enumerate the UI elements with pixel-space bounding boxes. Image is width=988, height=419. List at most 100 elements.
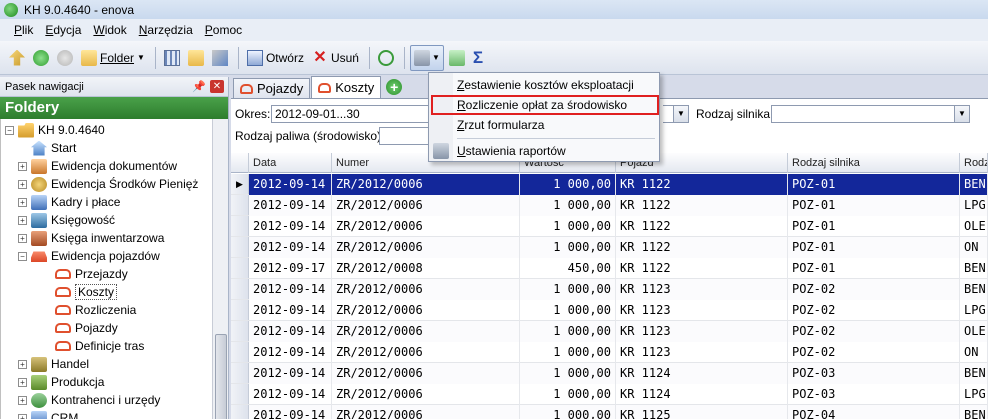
expand-toggle[interactable]: + <box>18 197 27 207</box>
row-selector[interactable] <box>231 342 249 362</box>
okres-input[interactable]: 2012-09-01...30 <box>271 105 431 123</box>
rodzaj-paliwa-input[interactable] <box>379 127 429 145</box>
coins-icon <box>31 176 47 192</box>
tree-scrollbar[interactable] <box>212 119 228 419</box>
table-row[interactable]: 2012-09-17 ZR/2012/0008 450,00 KR 1122 POZ-0… <box>231 258 988 279</box>
table-row[interactable]: 2012-09-14 ZR/2012/0006 1 000,00 KR 1124 POZ… <box>231 363 988 384</box>
menu-narzedzia[interactable]: Narzędzia <box>133 23 199 37</box>
print-menu-button[interactable]: ▼ <box>409 44 444 71</box>
tree-node-ewidencja-dokumentow[interactable]: + Ewidencja dokumentów <box>18 157 177 175</box>
tree-node-kadry[interactable]: + Kadry i płace <box>18 193 120 211</box>
expand-toggle[interactable]: + <box>18 413 27 419</box>
table-row[interactable]: 2012-09-14 ZR/2012/0006 1 000,00 KR 1123 POZ… <box>231 279 988 300</box>
expand-toggle[interactable]: + <box>18 215 27 225</box>
expand-toggle[interactable]: + <box>18 179 27 189</box>
delete-button[interactable]: ✕ Usuń <box>309 46 362 70</box>
column-header-data[interactable]: Data <box>249 153 332 173</box>
tab-koszty[interactable]: Koszty <box>311 76 382 98</box>
rodzaj-silnika-input[interactable] <box>771 105 956 123</box>
menu-item-ustawienia[interactable]: Ustawienia raportów <box>457 141 566 161</box>
collapse-toggle[interactable]: − <box>5 125 14 135</box>
table-row[interactable]: 2012-09-14 ZR/2012/0006 1 000,00 KR 1123 POZ… <box>231 321 988 342</box>
tree-node-pojazdy[interactable]: Pojazdy <box>55 319 118 337</box>
tree-node-rozliczenia[interactable]: Rozliczenia <box>55 301 136 319</box>
tree-view-button[interactable] <box>185 46 207 70</box>
tree-node-start[interactable]: Start <box>31 139 76 157</box>
menu-plik[interactable]: Plik <box>8 23 39 37</box>
back-button[interactable] <box>30 46 52 70</box>
cell-wartosc: 1 000,00 <box>520 405 616 419</box>
row-selector[interactable] <box>231 405 249 419</box>
tree-node-ksiegowosc[interactable]: + Księgowość <box>18 211 115 229</box>
grid-view-button[interactable] <box>161 46 183 70</box>
tree-node-ewidencja-srodkow[interactable]: + Ewidencja Środków Pienięż <box>18 175 198 193</box>
table-row[interactable]: 2012-09-14 ZR/2012/0006 1 000,00 KR 1123 POZ… <box>231 300 988 321</box>
menu-item-zrzut[interactable]: Zrzut formularza <box>457 115 544 135</box>
car-icon <box>318 82 332 93</box>
row-selector[interactable] <box>231 384 249 404</box>
row-selector[interactable] <box>231 300 249 320</box>
open-button[interactable]: Otwórz <box>244 46 307 70</box>
scrollbar-thumb[interactable] <box>215 334 227 419</box>
menu-item-zestawienie[interactable]: Zestawienie kosztów eksploatacji <box>457 75 634 95</box>
menu-edycja[interactable]: Edycja <box>39 23 87 37</box>
table-row[interactable]: 2012-09-14 ZR/2012/0006 1 000,00 KR 1125 POZ… <box>231 405 988 419</box>
tree-node-handel[interactable]: + Handel <box>18 355 89 373</box>
menu-widok[interactable]: Widok <box>87 23 132 37</box>
tree-node-ksiega-inwentarzowa[interactable]: + Księga inwentarzowa <box>18 229 164 247</box>
tree-node-kontrahenci[interactable]: + Kontrahenci i urzędy <box>18 391 160 409</box>
refresh-button[interactable] <box>375 46 397 70</box>
table-row[interactable]: 2012-09-14 ZR/2012/0006 1 000,00 KR 1122 POZ… <box>231 195 988 216</box>
tree-node-crm[interactable]: + CRM <box>18 409 78 419</box>
rodzaj-silnika-dropdown-button[interactable]: ▼ <box>954 105 970 123</box>
collapse-toggle[interactable]: − <box>18 251 27 261</box>
menu-item-rozliczenie[interactable]: Rozliczenie opłat za środowisko <box>457 95 627 115</box>
okres-dropdown-button[interactable]: ▼ <box>673 105 689 123</box>
tree-node-definicje-tras[interactable]: Definicje tras <box>55 337 144 355</box>
column-header-rodzaj-silnika[interactable]: Rodzaj silnika <box>788 153 960 173</box>
tree-node-label: Handel <box>51 357 90 371</box>
cell-silnik: POZ-02 <box>788 342 960 363</box>
folder-button[interactable]: Folder ▼ <box>78 46 148 70</box>
menu-pomoc[interactable]: Pomoc <box>199 23 248 37</box>
cell-silnik: POZ-03 <box>788 363 960 384</box>
sigma-icon: Σ <box>472 47 484 67</box>
table-row[interactable]: 2012-09-14 ZR/2012/0006 1 000,00 KR 1122 POZ… <box>231 216 988 237</box>
tab-pojazdy[interactable]: Pojazdy <box>233 78 311 98</box>
table-row[interactable]: ▶ 2012-09-14 ZR/2012/0006 1 000,00 KR 1122 PO… <box>231 174 988 195</box>
tree-node-ewidencja-pojazdow[interactable]: − Ewidencja pojazdów <box>18 247 160 265</box>
row-selector[interactable] <box>231 321 249 341</box>
tree-node-przejazdy[interactable]: Przejazdy <box>55 265 128 283</box>
car-icon <box>55 323 71 333</box>
column-header-rodzaj-paliwa[interactable]: Rodz <box>960 153 988 173</box>
up-button[interactable] <box>6 46 28 70</box>
row-selector[interactable] <box>231 279 249 299</box>
forward-button[interactable] <box>54 46 76 70</box>
expand-toggle[interactable]: + <box>18 161 27 171</box>
pin-icon[interactable]: 📌 <box>192 80 206 93</box>
tree-node-koszty[interactable]: Koszty <box>55 283 118 301</box>
row-selector[interactable] <box>231 258 249 278</box>
tree-node-produkcja[interactable]: + Produkcja <box>18 373 104 391</box>
tree-node-root[interactable]: − KH 9.0.4640 <box>5 121 105 139</box>
add-tab-icon[interactable]: + <box>386 79 403 95</box>
expand-toggle[interactable]: + <box>18 233 27 243</box>
cell-data: 2012-09-14 <box>249 237 332 258</box>
folder-action-button[interactable] <box>446 46 468 70</box>
row-selector[interactable]: ▶ <box>231 174 249 194</box>
cell-numer: ZR/2012/0006 <box>332 405 520 419</box>
table-row[interactable]: 2012-09-14 ZR/2012/0006 1 000,00 KR 1122 POZ… <box>231 237 988 258</box>
cell-numer: ZR/2012/0006 <box>332 384 520 405</box>
expand-toggle[interactable]: + <box>18 395 27 405</box>
table-row[interactable]: 2012-09-14 ZR/2012/0006 1 000,00 KR 1124 POZ… <box>231 384 988 405</box>
tools-button[interactable] <box>209 46 231 70</box>
table-row[interactable]: 2012-09-14 ZR/2012/0006 1 000,00 KR 1123 POZ… <box>231 342 988 363</box>
row-selector[interactable] <box>231 363 249 383</box>
row-selector[interactable] <box>231 237 249 257</box>
expand-toggle[interactable]: + <box>18 359 27 369</box>
sum-button[interactable]: Σ <box>470 46 492 70</box>
close-icon[interactable]: ✕ <box>210 80 224 93</box>
row-selector[interactable] <box>231 216 249 236</box>
row-selector[interactable] <box>231 195 249 215</box>
expand-toggle[interactable]: + <box>18 377 27 387</box>
